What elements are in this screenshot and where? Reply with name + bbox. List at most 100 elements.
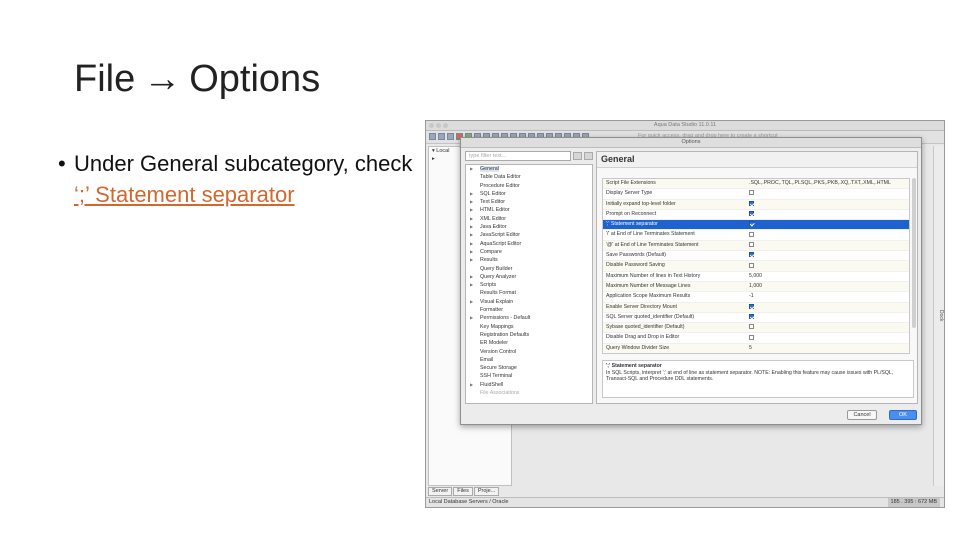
property-row[interactable]: Prompt on Reconnect [603,210,909,221]
category-item[interactable]: Email [466,356,592,364]
checked-checkbox[interactable] [749,313,754,319]
general-panel: General Script File Extensions .SQL,.PROC… [596,151,918,404]
checked-checkbox[interactable] [749,211,754,217]
property-value-field[interactable]: .SQL,.PROC,.TQL,.PLSQL,.PKS,.PKB,.XQ,.TX… [749,179,891,188]
minimize-window-icon[interactable] [436,123,441,128]
category-label: Secure Storage [480,365,517,372]
bullet-icon: • [58,151,66,176]
back-icon[interactable] [573,152,582,160]
property-row[interactable]: Enable Server Directory Mount [603,302,909,313]
category-item[interactable]: Key Mappings [466,323,592,331]
category-item[interactable]: Permissions - Default [466,314,592,323]
property-value [749,220,754,229]
category-item[interactable]: Secure Storage [466,364,592,372]
category-item[interactable]: Visual Explain [466,298,592,307]
bullet-text-main: Under General subcategory, check [74,151,413,176]
category-item[interactable]: File Associations [466,389,592,397]
property-name: Script File Extensions [606,180,656,186]
category-item[interactable]: ER Modeler [466,339,592,347]
property-row[interactable]: Script File Extensions .SQL,.PROC,.TQL,.P… [603,179,909,190]
category-item[interactable]: Query Builder [466,265,592,273]
property-row[interactable]: '/' at End of Line Terminates Statement [603,230,909,241]
property-value-field[interactable]: -1 [749,292,754,301]
category-item[interactable]: Formatter [466,306,592,314]
category-item[interactable]: Table Data Editor [466,173,592,181]
open-icon[interactable] [429,133,436,140]
category-item[interactable]: Procedure Editor [466,182,592,190]
statement-separator-link[interactable]: ‘;’ Statement separator [74,182,295,207]
unchecked-checkbox[interactable] [749,190,754,196]
edit-icon[interactable] [447,133,454,140]
right-dock[interactable]: Dock [933,146,944,486]
property-row[interactable]: '@' at End of Line Terminates Statement [603,240,909,252]
checked-checkbox[interactable] [749,252,754,258]
category-label: Java Editor [480,224,507,231]
category-item[interactable]: SSH Terminal [466,372,592,380]
statement-separator-row[interactable]: ';' Statement separator [603,220,909,231]
zoom-window-icon[interactable] [443,123,448,128]
property-row[interactable]: Application Scope Maximum Results -1 [603,292,909,303]
property-value [749,261,754,270]
property-row[interactable]: Initially expand top-level folder [603,199,909,210]
unchecked-checkbox[interactable] [749,334,754,340]
category-item[interactable]: General [466,165,592,174]
category-label: Scripts [480,282,497,289]
category-item[interactable]: Version Control [466,348,592,356]
property-row[interactable]: Query Window Divider Size 5 [603,343,909,353]
unchecked-checkbox[interactable] [749,241,754,247]
property-name: Maximum Number of lines in Text History [606,272,701,279]
category-item[interactable]: AquaScript Editor [466,240,592,249]
category-label: Compare [480,248,502,255]
property-row[interactable]: Maximum Number of lines in Text History 5… [603,272,909,282]
cancel-button[interactable]: Cancel [847,410,877,420]
category-item[interactable]: Results [466,256,592,265]
category-item[interactable]: JavaScript Editor [466,231,592,240]
category-item[interactable]: Compare [466,248,592,257]
unchecked-checkbox[interactable] [749,262,754,268]
options-dialog: Options type filter text... General Table… [460,137,922,425]
property-name: Prompt on Reconnect [606,210,657,217]
category-item[interactable]: HTML Editor [466,206,592,215]
tab-server[interactable]: Server [428,487,453,496]
save-icon[interactable] [438,133,445,140]
property-row[interactable]: Disable Drag and Drop in Editor [603,333,909,344]
property-name: Sybase quoted_identifier (Default) [606,324,685,331]
property-row[interactable]: Sybase quoted_identifier (Default) [603,323,909,334]
property-value-field[interactable]: 1,000 [749,282,762,291]
category-item[interactable]: Text Editor [466,198,592,207]
checked-checkbox[interactable] [749,200,754,206]
tab-projects[interactable]: Proje... [473,487,500,496]
property-name: Disable Password Saving [606,262,665,269]
checked-checkbox[interactable] [749,303,754,309]
ok-button[interactable]: OK [889,410,917,420]
category-label: SSH Terminal [480,373,513,380]
unchecked-checkbox[interactable] [749,324,754,330]
forward-icon[interactable] [584,152,593,160]
category-item[interactable]: Results Format [466,289,592,297]
category-list: General Table Data EditorProcedure Editor… [465,164,593,404]
memory-indicator[interactable]: 185 . 395 : 672 MB [887,498,940,507]
property-name: Enable Server Directory Mount [606,303,677,310]
property-value [749,210,754,219]
category-item[interactable]: FluidShell [466,381,592,390]
category-item[interactable]: XML Editor [466,215,592,224]
status-path: Local Database Servers / Oracle [429,499,509,505]
category-item[interactable]: Query Analyzer [466,273,592,282]
category-item[interactable]: Java Editor [466,223,592,232]
property-row[interactable]: Maximum Number of Message Lines 1,000 [603,281,909,293]
close-window-icon[interactable] [429,123,434,128]
checked-checkbox[interactable] [749,221,754,227]
property-scrollbar[interactable] [912,178,916,328]
property-row[interactable]: Save Passwords (Default) [603,251,909,262]
category-item[interactable]: Registration Defaults [466,331,592,339]
category-item[interactable]: Scripts [466,281,592,290]
property-row[interactable]: SQL Server quoted_identifier (Default) [603,313,909,324]
property-value-field[interactable]: 5,000 [749,272,762,281]
filter-input[interactable]: type filter text... [465,151,571,161]
category-item[interactable]: SQL Editor [466,190,592,199]
property-row[interactable]: Disable Password Saving [603,261,909,272]
property-row[interactable]: Display Server Type [603,189,909,200]
property-value-field[interactable]: 5 [749,344,752,353]
tab-files[interactable]: Files [453,487,473,496]
unchecked-checkbox[interactable] [749,231,754,237]
